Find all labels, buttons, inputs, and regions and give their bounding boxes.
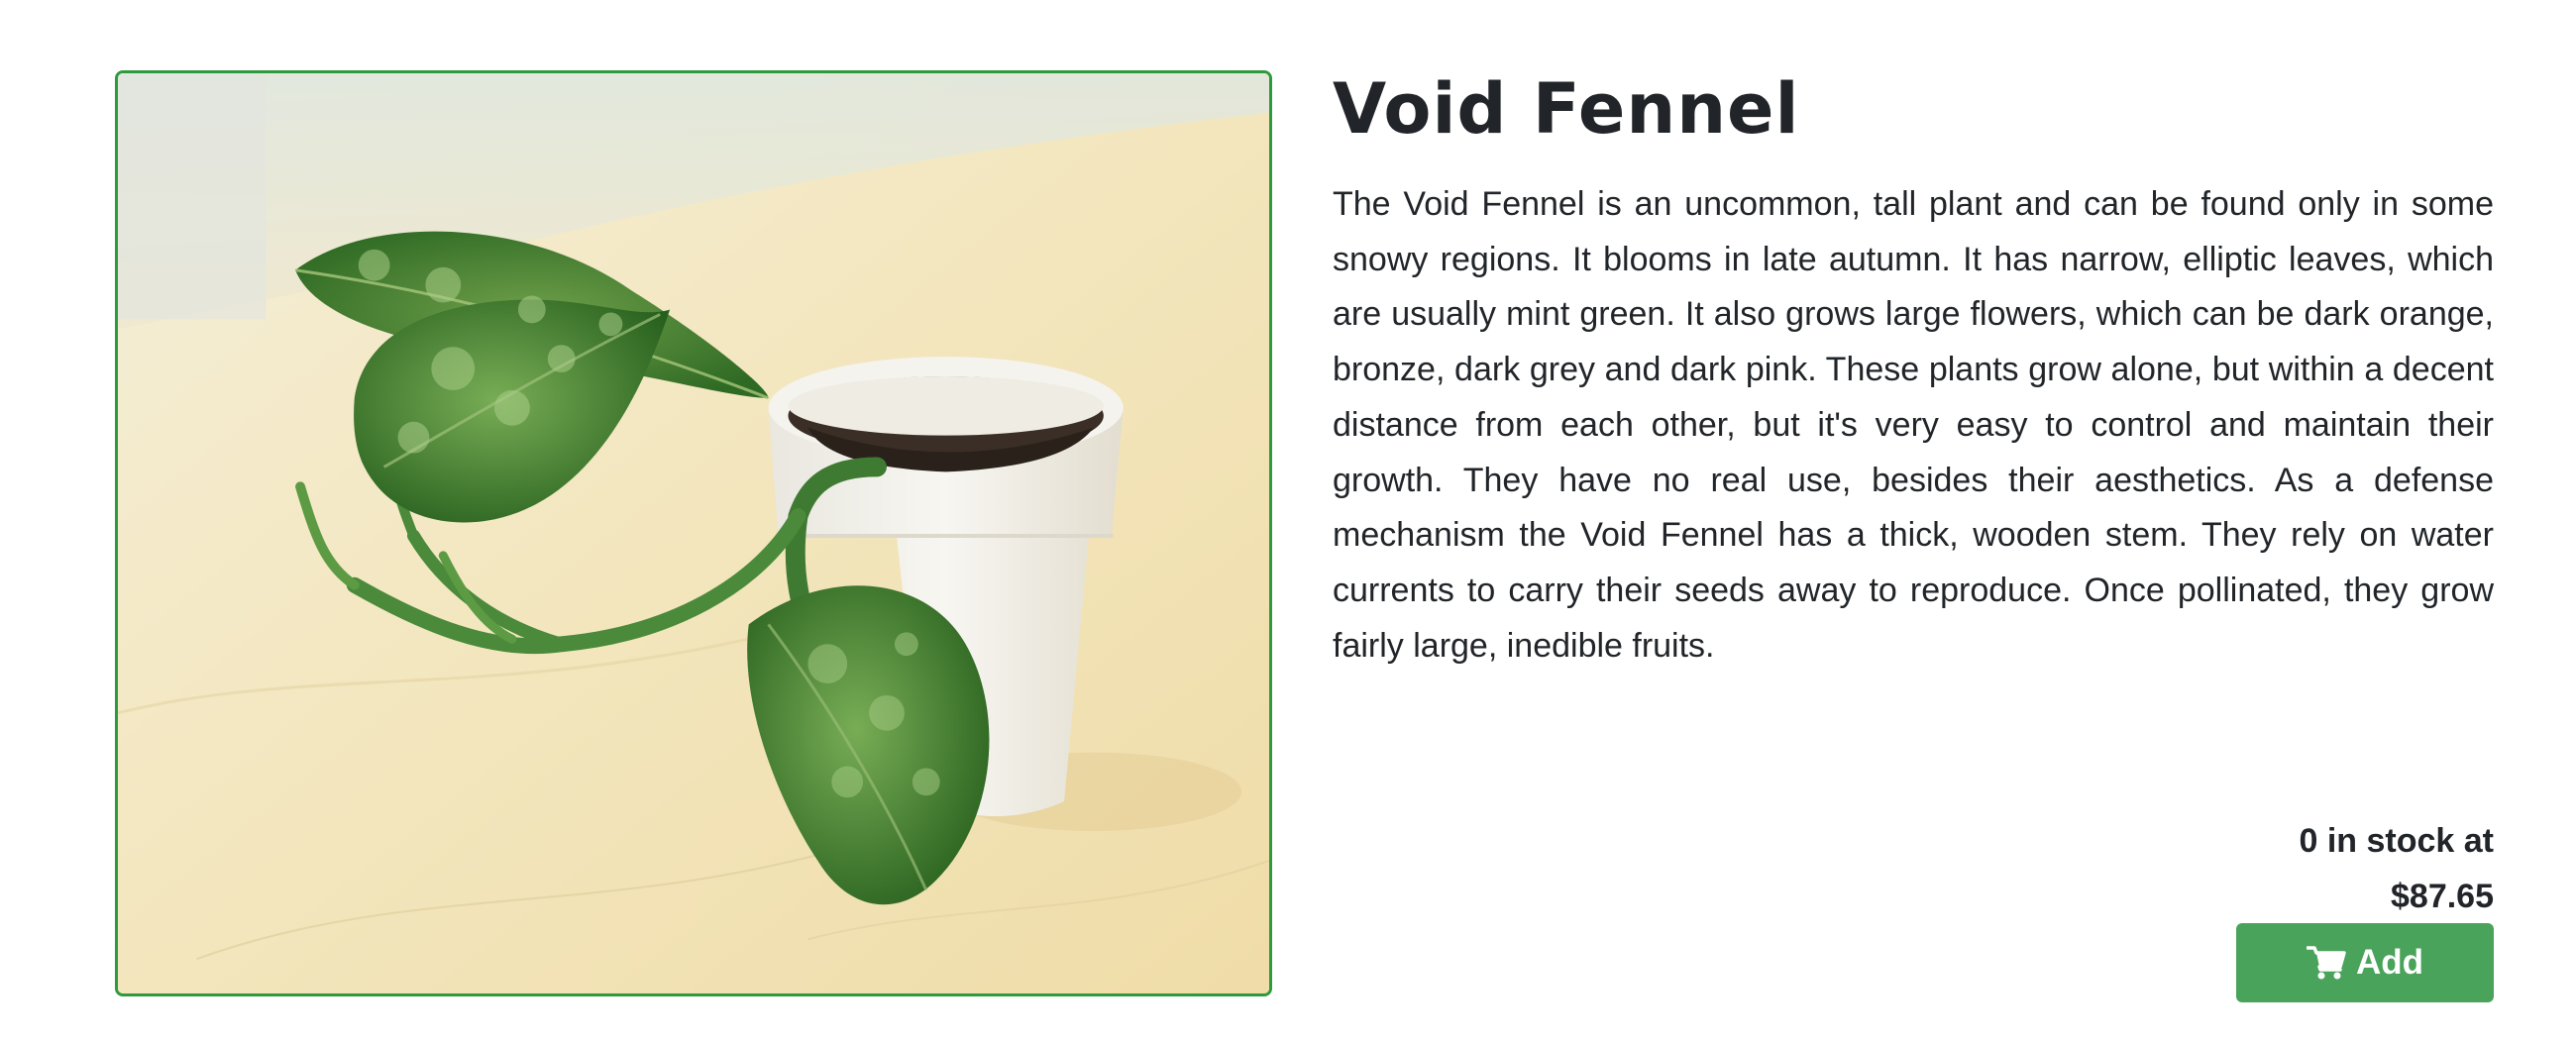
product-card: Void Fennel The Void Fennel is an uncomm… [0,0,2576,1043]
product-info: Void Fennel The Void Fennel is an uncomm… [1333,63,2494,1002]
product-image [115,70,1272,996]
add-to-cart-button[interactable]: Add [2236,923,2494,1002]
product-description: The Void Fennel is an uncommon, tall pla… [1333,185,2494,665]
product-price: $87.65 [2391,878,2494,915]
add-button-label: Add [2355,943,2424,982]
shopping-cart-icon [2306,945,2346,981]
product-title: Void Fennel [1333,68,1800,150]
plant-photo [118,73,1269,993]
stock-status: 0 in stock at [2299,822,2494,860]
stock-price-block: 0 in stock at $87.65 [2299,813,2494,924]
